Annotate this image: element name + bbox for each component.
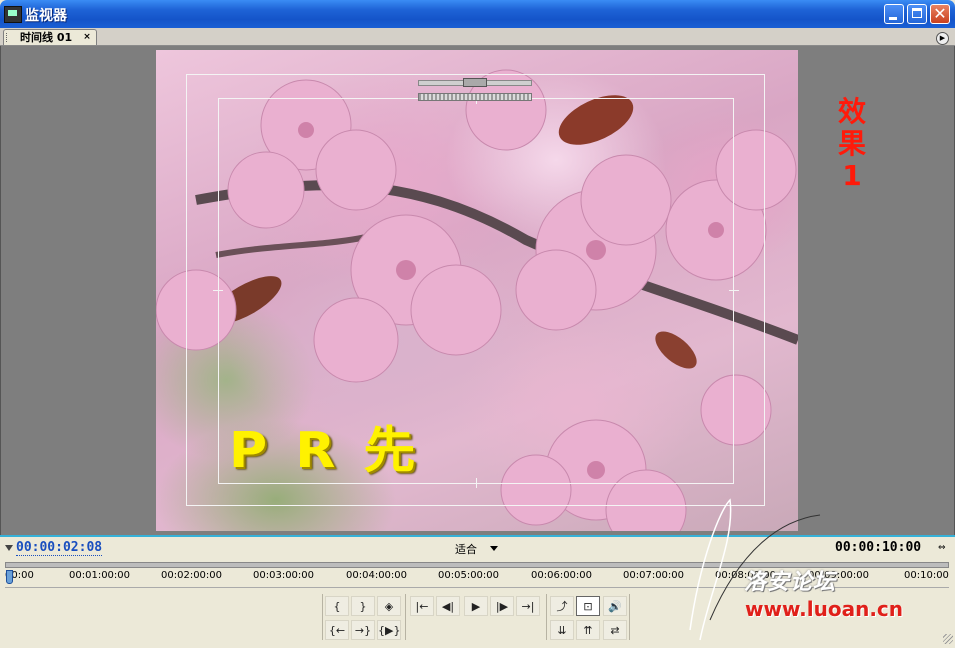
title-bar: 监视器 ✕	[0, 0, 955, 28]
tab-grip-icon	[6, 33, 10, 42]
goto-next-edit-button[interactable]: →|	[516, 596, 540, 616]
safe-tick-left	[213, 290, 223, 291]
tab-close-icon[interactable]: ×	[82, 32, 92, 42]
maximize-button[interactable]	[907, 4, 927, 24]
tab-row: 时间线 01 × ▶	[0, 28, 955, 46]
minimize-button[interactable]	[884, 4, 904, 24]
step-back-button[interactable]: ◀|	[436, 596, 460, 616]
set-marker-button[interactable]: ◈	[377, 596, 401, 616]
divider	[546, 594, 547, 640]
ruler-label: 00:01:00:00	[69, 570, 131, 581]
divider	[629, 594, 630, 640]
chevron-down-icon[interactable]	[490, 546, 498, 551]
jog-wheel[interactable]	[418, 93, 532, 101]
play-in-to-out-button[interactable]: {▶}	[377, 620, 401, 640]
timecode-marker-icon	[5, 545, 13, 551]
resize-grip-icon[interactable]	[943, 634, 953, 644]
trim-button[interactable]: ⇄	[603, 620, 627, 640]
ruler-label: 00:04:00:00	[346, 570, 408, 581]
safe-margins-button[interactable]: ⊡	[576, 596, 600, 616]
maximize-icon	[912, 8, 922, 18]
ruler-label: 00:03:00:00	[253, 570, 315, 581]
zoom-level-select[interactable]: 适合	[455, 541, 477, 557]
goto-in-button[interactable]: {←	[325, 620, 349, 640]
goto-previous-edit-button[interactable]: |←	[410, 596, 434, 616]
transport-controls: { } ◈ {← →} {▶} |← ◀| ▶ |▶ →| ⤴ ⊡ 🔊 ⇊ ⇈ …	[322, 592, 630, 642]
divider	[405, 594, 406, 640]
lift-button[interactable]: ⇊	[550, 620, 574, 640]
video-title-text: P R 先	[229, 422, 421, 480]
safe-tick-right	[729, 290, 739, 291]
current-timecode[interactable]: 00:00:02:08	[16, 540, 103, 556]
duration-toggle-icon[interactable]: ⇔	[938, 543, 946, 553]
effect-label: 效果1	[837, 95, 866, 192]
play-button[interactable]: ▶	[464, 596, 488, 616]
divider	[322, 594, 323, 640]
output-button[interactable]: 🔊	[603, 596, 627, 616]
ruler-label: 00:10:00	[904, 570, 949, 581]
watermark-text: 洛安论坛	[744, 570, 837, 595]
watermark-url: www.luoan.cn	[745, 597, 904, 621]
tab-label: 时间线 01	[20, 31, 73, 44]
ruler-label: 00:05:00:00	[438, 570, 500, 581]
monitor-app-icon	[4, 6, 22, 23]
close-icon: ✕	[933, 4, 947, 23]
mark-out-button[interactable]: }	[351, 596, 375, 616]
playhead-icon[interactable]	[6, 570, 13, 584]
minimize-icon	[889, 17, 897, 20]
loop-button[interactable]: ⤴	[550, 596, 574, 616]
ruler-label: 00:02:00:00	[161, 570, 223, 581]
goto-out-button[interactable]: →}	[351, 620, 375, 640]
shuttle-knob[interactable]	[463, 78, 487, 87]
safe-tick-bottom	[476, 478, 477, 488]
program-monitor: P R 先 效果1	[0, 46, 955, 535]
close-button[interactable]: ✕	[930, 4, 950, 24]
step-forward-button[interactable]: |▶	[490, 596, 514, 616]
tab-timeline-01[interactable]: 时间线 01 ×	[3, 29, 97, 45]
panel-menu-icon[interactable]: ▶	[936, 32, 949, 45]
mark-in-button[interactable]: {	[325, 596, 349, 616]
extract-button[interactable]: ⇈	[576, 620, 600, 640]
ruler-label: 00:06:00:00	[531, 570, 593, 581]
window-title: 监视器	[25, 8, 67, 24]
